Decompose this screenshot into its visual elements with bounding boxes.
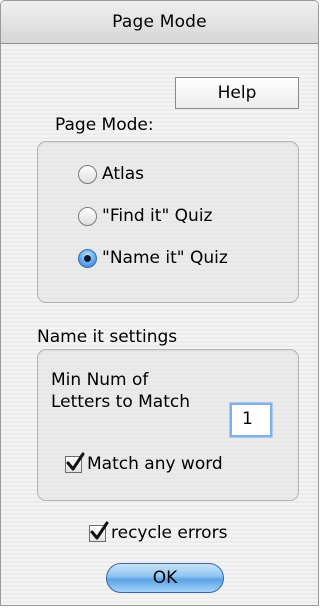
radio-selected-dot [84, 254, 91, 262]
radio-name-it-quiz-label: "Name it" Quiz [102, 248, 228, 268]
match-any-word-label: Match any word [87, 454, 223, 474]
min-letters-label-line1: Min Num of [51, 370, 149, 390]
ok-button[interactable]: OK [106, 563, 224, 593]
match-any-word-checkbox[interactable]: Match any word [65, 452, 223, 474]
radio-atlas-label: Atlas [102, 164, 144, 184]
checkmark-icon [66, 452, 85, 470]
radio-atlas[interactable]: Atlas [78, 164, 144, 184]
radio-name-it-quiz-button[interactable] [78, 248, 97, 268]
radio-name-it-quiz[interactable]: "Name it" Quiz [78, 248, 228, 268]
checkmark-icon [90, 521, 109, 539]
min-letters-label-line2: Letters to Match [51, 392, 191, 412]
radio-atlas-button[interactable] [78, 164, 97, 184]
name-it-settings-label: Name it settings [37, 327, 178, 347]
page-mode-group: Atlas "Find it" Quiz "Name it" Quiz [37, 141, 299, 303]
recycle-errors-checkbox[interactable]: recycle errors [89, 521, 228, 543]
radio-find-it-quiz-label: "Find it" Quiz [102, 206, 213, 226]
checkbox-box[interactable] [89, 521, 109, 542]
radio-find-it-quiz-button[interactable] [78, 206, 97, 226]
radio-find-it-quiz[interactable]: "Find it" Quiz [78, 206, 212, 226]
checkbox-box[interactable] [65, 452, 85, 473]
page-mode-label: Page Mode: [55, 115, 154, 135]
help-button[interactable]: Help [175, 77, 299, 109]
window-title: Page Mode [1, 1, 318, 44]
recycle-errors-label: recycle errors [111, 523, 228, 543]
min-letters-input[interactable]: 1 [230, 403, 272, 437]
min-letters-label: Min Num of Letters to Match [51, 369, 190, 413]
page-mode-dialog: Page Mode Help Page Mode: Atlas "Find it… [0, 0, 319, 606]
